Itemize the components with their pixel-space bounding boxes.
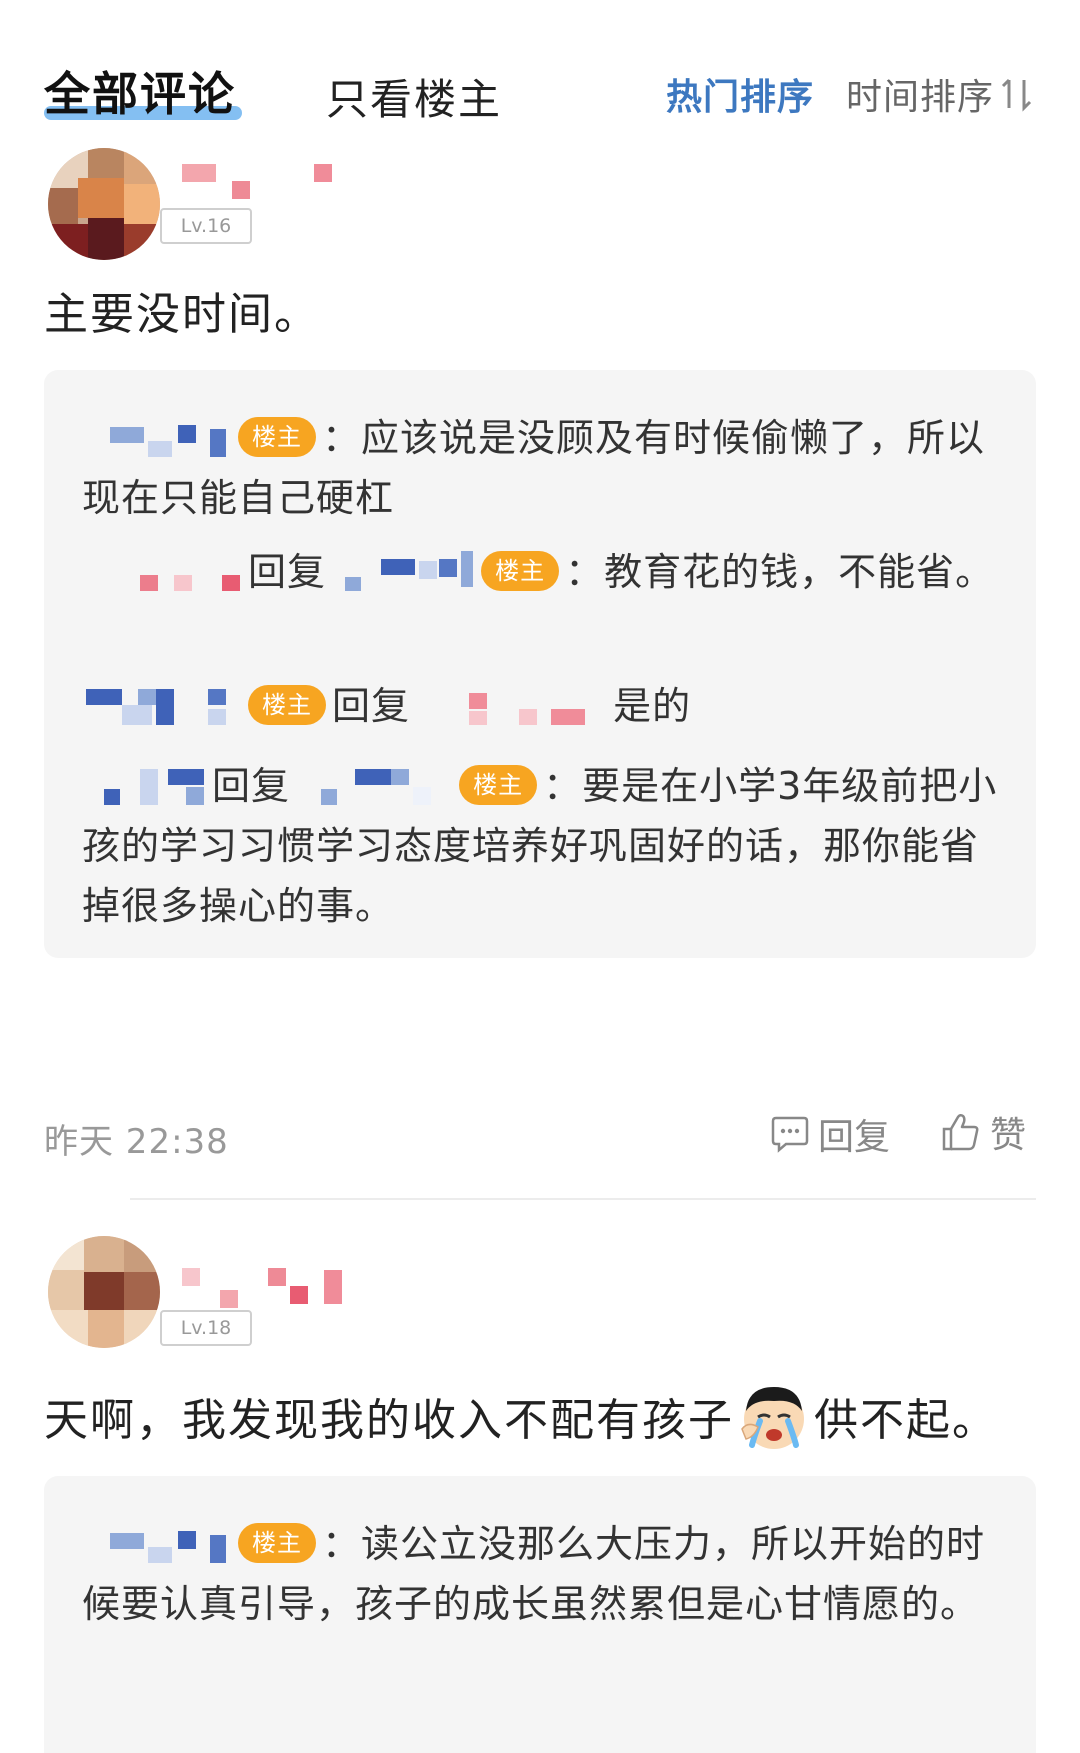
username-blurred[interactable] [339, 549, 475, 593]
reply-word: 回复 [248, 550, 327, 594]
reply-thread[interactable]: 楼主 ：应该说是没顾及有时候偷懒了，所以现在只能自己硬杠 回复 楼主 ：教育花的钱，… [44, 370, 1036, 958]
op-badge: 楼主 [238, 1522, 316, 1563]
comment-tabs: 全部评论 只看楼主 热门排序 时间排序 [0, 0, 1080, 140]
username-blurred[interactable] [303, 763, 453, 807]
reply-item[interactable]: 楼主 ：应该说是没顾及有时候偷懒了，所以现在只能自己硬杠 [82, 408, 1012, 528]
username-blurred[interactable] [82, 683, 242, 727]
reply-button[interactable]: 回复 [770, 1108, 890, 1158]
username-blurred[interactable] [82, 415, 232, 459]
username-blurred[interactable] [82, 549, 248, 593]
comment-body: 天啊，我发现我的收入不配有孩子 供不起。 [44, 1384, 998, 1459]
reply-item[interactable]: 楼主 回复 是的 [82, 676, 1012, 736]
avatar[interactable] [48, 1236, 160, 1348]
tab-all-comments[interactable]: 全部评论 [44, 58, 236, 124]
thumbs-up-icon [942, 1113, 979, 1151]
reply-word: 回复 [332, 684, 411, 728]
sort-hot-button[interactable]: 热门排序 [666, 68, 814, 120]
user-level-badge: Lv.16 [160, 208, 252, 244]
reply-item[interactable]: 回复 楼主 ：教育花的钱，不能省。 [82, 542, 1012, 602]
like-button[interactable]: 赞 [940, 1106, 1026, 1156]
op-badge: 楼主 [459, 764, 538, 805]
op-badge: 楼主 [481, 550, 560, 591]
username-blurred[interactable] [82, 763, 212, 807]
op-badge: 楼主 [238, 416, 316, 457]
sort-time-button[interactable]: 时间排序 [846, 68, 994, 120]
reply-thread[interactable]: 楼主 ：读公立没那么大压力，所以开始的时候要认真引导，孩子的成长虽然累但是心甘情愿… [44, 1476, 1036, 1753]
reply-item[interactable]: 楼主 ：读公立没那么大压力，所以开始的时候要认真引导，孩子的成长虽然累但是心甘情愿… [82, 1514, 1012, 1634]
user-level-badge: Lv.18 [160, 1310, 252, 1346]
tab-op-only[interactable]: 只看楼主 [326, 66, 502, 127]
comment-bubble-icon [771, 1116, 809, 1153]
comment-timestamp: 昨天 22:38 [44, 1122, 229, 1162]
sort-arrows-icon[interactable] [1000, 76, 1034, 112]
avatar[interactable] [48, 148, 160, 260]
username-blurred[interactable] [423, 683, 613, 727]
comment-body: 主要没时间。 [44, 289, 320, 340]
reply-item[interactable]: 回复 楼主 ：要是在小学3年级前把小孩的学习习惯学习态度培养好巩固好的话，那你能省… [82, 756, 1012, 936]
username-blurred[interactable] [82, 1521, 232, 1565]
comment-divider [130, 1198, 1036, 1200]
crying-face-icon [738, 1381, 810, 1453]
op-badge: 楼主 [248, 684, 326, 725]
reply-word: 回复 [212, 764, 291, 808]
